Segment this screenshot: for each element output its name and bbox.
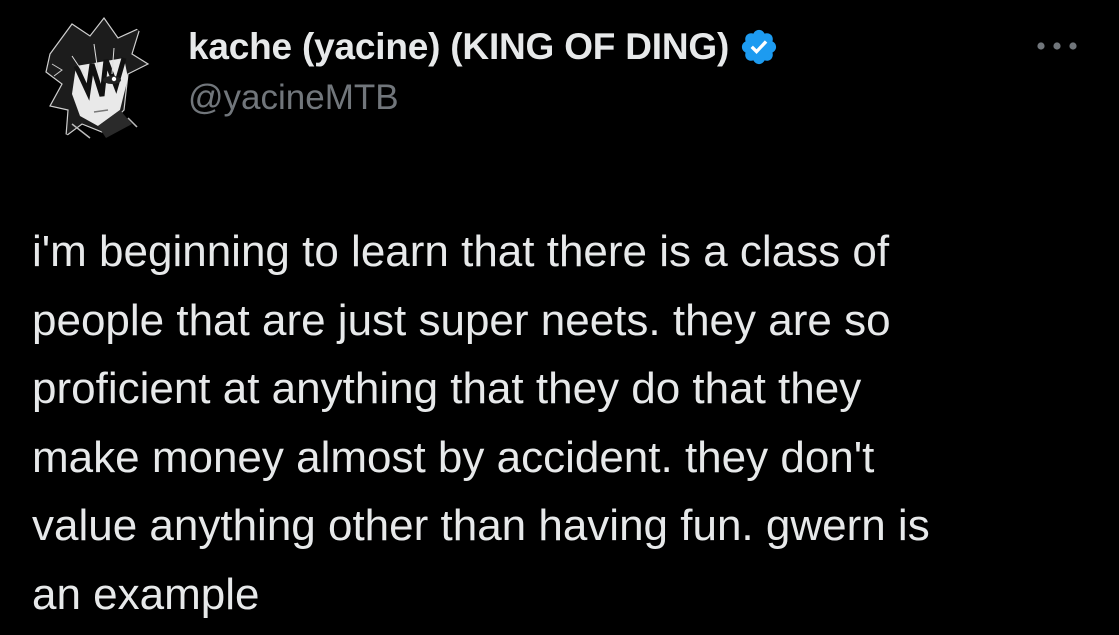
verified-badge-icon <box>739 27 779 67</box>
tweet-text: i'm beginning to learn that there is a c… <box>32 227 930 619</box>
author-handle[interactable]: @yacineMTB <box>188 78 1008 118</box>
more-options-icon <box>1037 42 1077 50</box>
author-display-name[interactable]: kache (yacine) (KING OF DING) <box>188 26 729 68</box>
tweet-card: kache (yacine) (KING OF DING) @yacineMTB… <box>0 0 1119 635</box>
author-name-row: kache (yacine) (KING OF DING) <box>188 24 1008 70</box>
avatar-image <box>32 14 160 142</box>
more-options-button[interactable] <box>1030 28 1084 64</box>
tweet-author: kache (yacine) (KING OF DING) @yacineMTB <box>188 24 1008 118</box>
avatar[interactable] <box>32 14 160 142</box>
